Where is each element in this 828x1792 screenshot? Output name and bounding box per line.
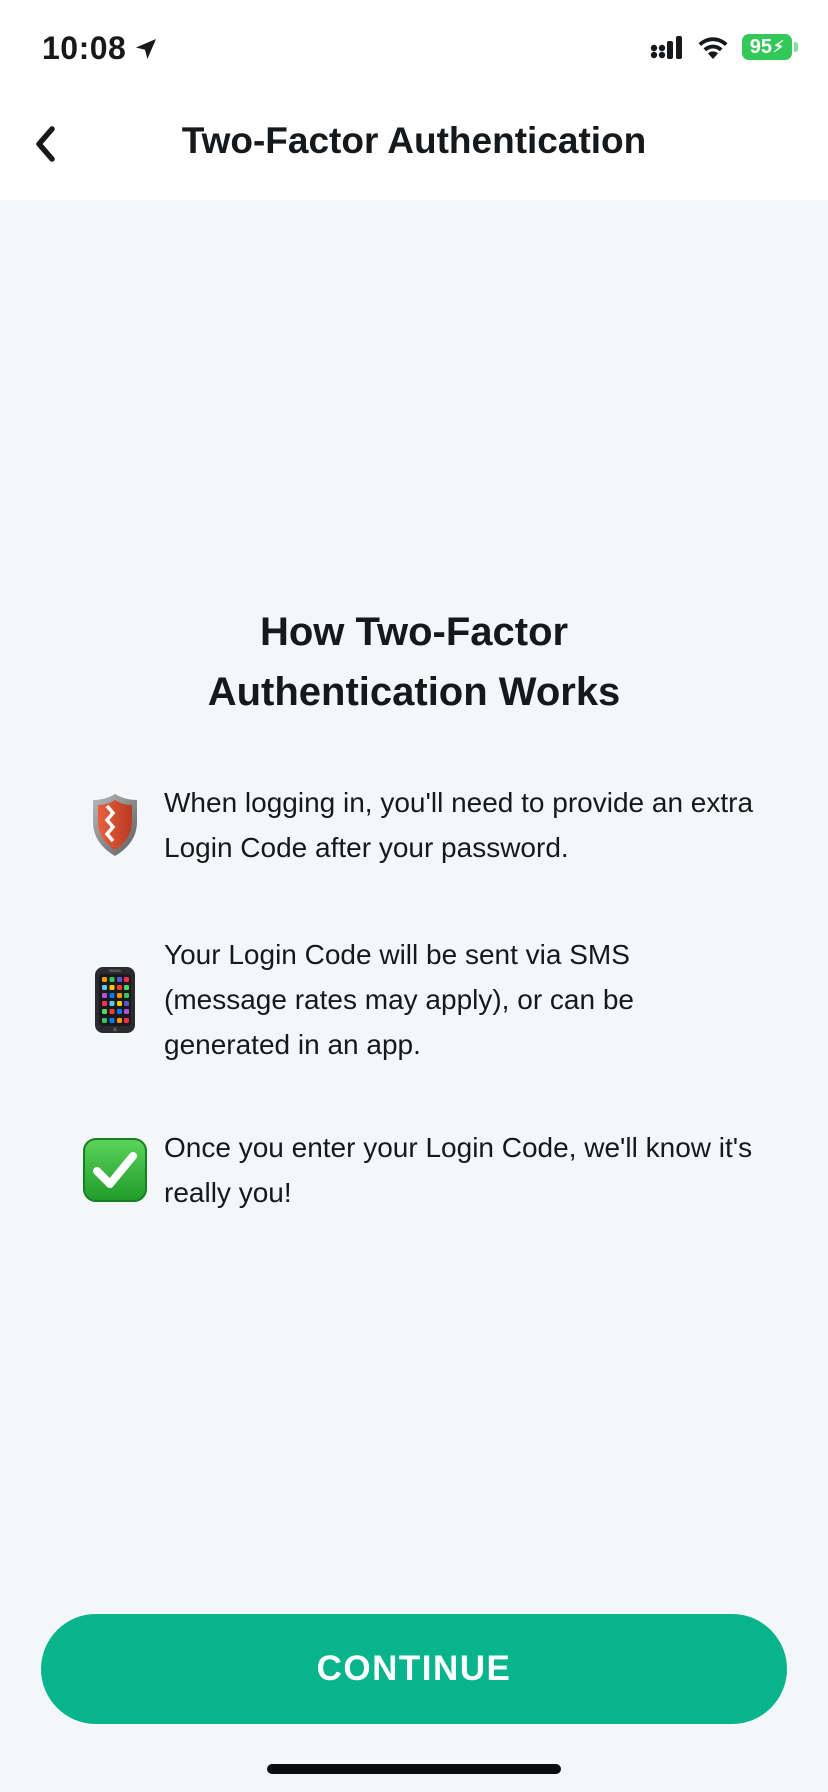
header: 10:08 95 ⚡︎ Two-Factor Authentication [0, 0, 828, 200]
mobile-phone-icon [80, 965, 150, 1035]
cellular-signal-icon [650, 35, 684, 59]
status-indicators: 95 ⚡︎ [650, 34, 798, 60]
status-time: 10:08 [42, 30, 158, 67]
info-text: Your Login Code will be sent via SMS (me… [164, 939, 634, 1060]
wifi-icon [696, 34, 730, 60]
section-heading: How Two-Factor Authentication Works [0, 602, 828, 722]
heading-line-1: How Two-Factor [259, 610, 569, 654]
check-mark-icon [80, 1135, 150, 1205]
clock-time: 10:08 [42, 30, 127, 66]
battery-icon: 95 ⚡︎ [742, 34, 798, 60]
continue-button[interactable]: CONTINUE [41, 1614, 787, 1724]
shield-icon [80, 790, 150, 860]
battery-level: 95 [749, 35, 772, 58]
list-item: When logging in, you'll need to provide … [80, 780, 760, 870]
location-arrow-icon [134, 37, 158, 61]
info-text: Once you enter your Login Code, we'll kn… [164, 1132, 753, 1208]
heading-line-2: Authentication Works [207, 670, 621, 714]
charging-bolt-icon: ⚡︎ [773, 39, 785, 56]
list-item: Your Login Code will be sent via SMS (me… [80, 932, 760, 1067]
list-item: Once you enter your Login Code, we'll kn… [80, 1125, 760, 1215]
page-title: Two-Factor Authentication [181, 120, 647, 161]
home-indicator[interactable] [267, 1764, 561, 1774]
info-text: When logging in, you'll need to provide … [164, 787, 754, 863]
continue-button-label: CONTINUE [316, 1649, 512, 1688]
